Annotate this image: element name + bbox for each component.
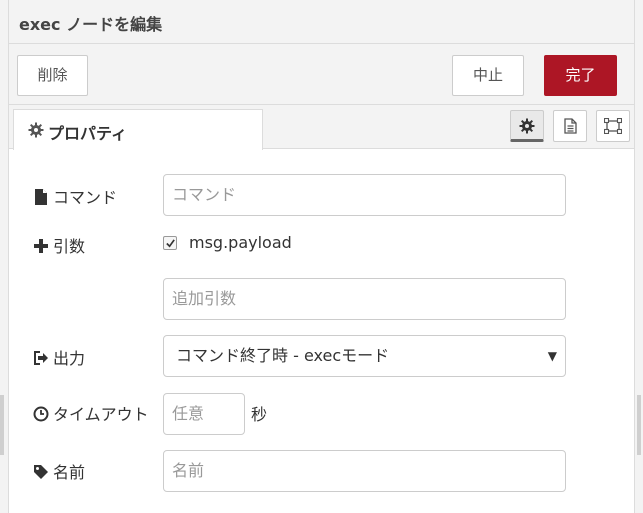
file-icon xyxy=(35,189,47,205)
output-label-text: 出力 xyxy=(53,349,86,368)
payload-checkbox-label: msg.payload xyxy=(189,233,292,252)
right-resize-strip xyxy=(637,395,641,455)
tab-properties[interactable]: プロパティ xyxy=(13,109,263,150)
name-label-text: 名前 xyxy=(53,463,86,482)
append-label-text: 引数 xyxy=(53,237,86,256)
gear-icon xyxy=(28,122,44,138)
clock-icon xyxy=(33,406,49,422)
delete-button[interactable]: 削除 xyxy=(17,55,88,96)
output-select[interactable]: コマンド終了時 - execモード ▼ xyxy=(163,335,566,377)
command-label-text: コマンド xyxy=(53,188,118,207)
sign-out-icon xyxy=(34,351,48,365)
output-selected-value: コマンド終了時 - execモード xyxy=(176,346,390,365)
plus-icon xyxy=(34,239,48,253)
append-extra-input[interactable]: 追加引数 xyxy=(163,278,566,320)
cancel-button[interactable]: 中止 xyxy=(452,55,524,96)
append-label: 引数 xyxy=(33,233,85,257)
check-icon xyxy=(166,239,175,248)
node-settings-button[interactable] xyxy=(510,110,544,142)
edit-tray: exec ノードを編集 削除 中止 完了 プロパティ コマンド コマンド 引数 … xyxy=(8,0,635,513)
timeout-label-text: タイムアウト xyxy=(53,405,149,424)
node-description-button[interactable] xyxy=(553,110,587,142)
tray-toolbar: 削除 中止 完了 xyxy=(9,44,634,105)
window-maximize-icon xyxy=(604,118,622,134)
left-resize-strip xyxy=(0,395,4,455)
tray-header: exec ノードを編集 xyxy=(9,0,634,44)
name-label: 名前 xyxy=(33,459,85,483)
timeout-unit: 秒 xyxy=(251,405,268,424)
tab-properties-label: プロパティ xyxy=(48,124,128,143)
node-appearance-button[interactable] xyxy=(596,110,630,142)
file-text-icon xyxy=(564,118,577,134)
tray-title: exec ノードを編集 xyxy=(19,15,163,34)
timeout-input[interactable]: 任意 xyxy=(163,393,245,435)
command-label: コマンド xyxy=(33,184,117,208)
output-label: 出力 xyxy=(33,345,85,369)
name-input[interactable]: 名前 xyxy=(163,450,566,492)
gear-icon xyxy=(519,118,535,134)
caret-down-icon: ▼ xyxy=(547,349,557,363)
payload-checkbox[interactable] xyxy=(163,236,177,250)
tab-bar: プロパティ xyxy=(9,105,634,150)
command-input[interactable]: コマンド xyxy=(163,174,566,216)
timeout-label: タイムアウト xyxy=(33,401,149,425)
tag-icon xyxy=(34,465,48,479)
done-button[interactable]: 完了 xyxy=(544,55,617,96)
